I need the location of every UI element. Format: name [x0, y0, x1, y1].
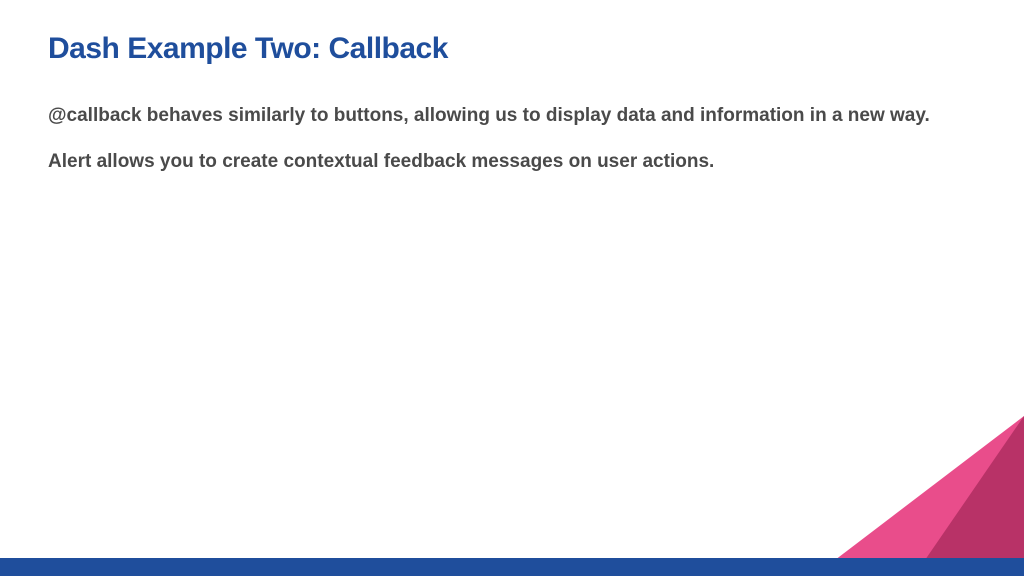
slide-content: Dash Example Two: Callback @callback beh…: [0, 0, 1024, 225]
paragraph-1: @callback behaves similarly to buttons, …: [48, 102, 976, 130]
footer-bar: [0, 558, 1024, 576]
paragraph-2: Alert allows you to create contextual fe…: [48, 148, 976, 176]
slide-title: Dash Example Two: Callback: [48, 32, 976, 66]
decorative-triangle-dark: [914, 416, 1024, 576]
